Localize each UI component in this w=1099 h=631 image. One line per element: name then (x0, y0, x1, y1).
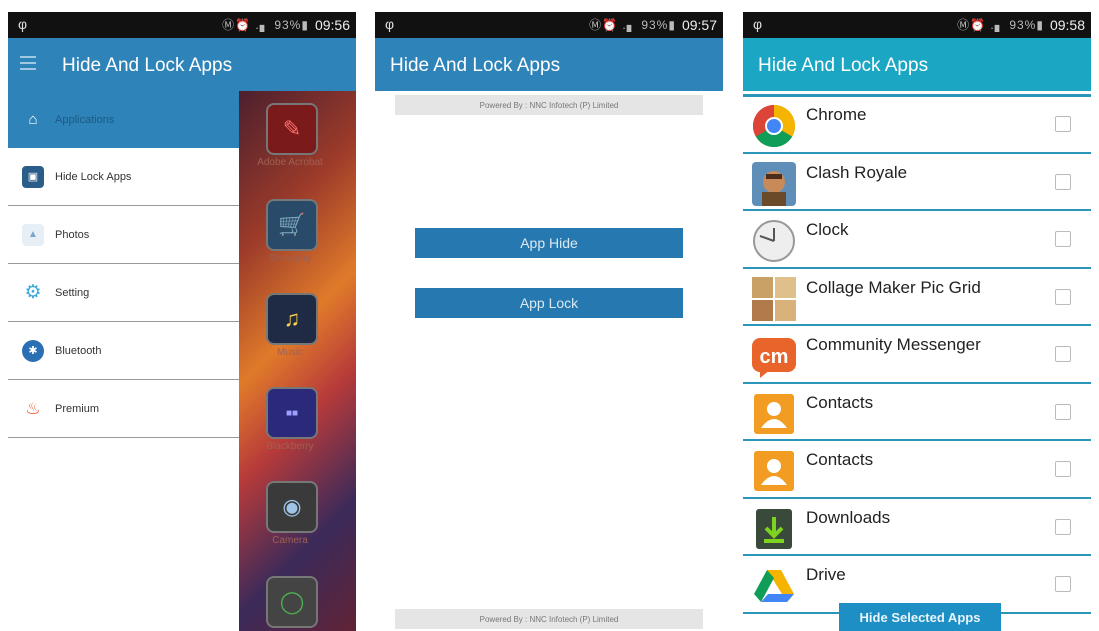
hide-selected-apps-button[interactable]: Hide Selected Apps (839, 603, 1001, 631)
drawer-item-applications[interactable]: ⌂ Applications (8, 91, 239, 148)
app-checkbox[interactable] (1055, 288, 1071, 305)
status-icons: Ⓜ⏰ .▖ 93%▮ (589, 18, 676, 32)
app-bar: Hide And Lock Apps (743, 38, 1091, 91)
drawer-item-hide-lock-apps[interactable]: ▣ Hide Lock Apps (8, 148, 239, 206)
wallpaper-app-label: Blackberry (266, 441, 314, 452)
svg-text:cm: cm (760, 346, 789, 368)
status-time: 09:56 (314, 16, 350, 33)
status-time: 09:58 (1049, 16, 1085, 33)
cart-icon[interactable]: 🛒 (266, 199, 318, 251)
lock-icon: ▣ (22, 165, 44, 188)
camera-icon[interactable]: ◉ (266, 481, 318, 533)
clash-royale-icon (752, 161, 796, 206)
app-name: Contacts (806, 450, 874, 469)
app-bar: Hide And Lock Apps (8, 38, 356, 91)
status-bar: φ Ⓜ⏰ .▖ 93%▮ 09:57 (375, 12, 723, 38)
powered-by-footer: Powered By : NNC Infotech (P) Limited (395, 609, 703, 629)
list-item[interactable]: cm Community Messenger (743, 326, 1091, 384)
chrome-icon[interactable]: ◯ (266, 576, 318, 628)
drawer-screen: φ Ⓜ⏰ .▖ 93%▮ 09:56 Hide And Lock Apps ✎ … (8, 12, 356, 631)
status-time: 09:57 (681, 16, 717, 33)
photo-icon: ▲ (22, 223, 44, 246)
list-item[interactable]: Chrome (743, 96, 1091, 154)
app-name: Community Messenger (806, 335, 981, 354)
notification-icon: φ (753, 16, 763, 32)
cm-icon: cm (752, 338, 796, 378)
app-checkbox[interactable] (1055, 576, 1071, 592)
drawer-item-setting[interactable]: ⚙ Setting (8, 264, 239, 322)
status-bar: φ Ⓜ⏰ .▖ 93%▮ 09:58 (743, 12, 1091, 38)
download-icon (756, 508, 792, 549)
app-checkbox[interactable] (1055, 346, 1071, 362)
app-checkbox[interactable] (1055, 518, 1071, 535)
app-name: Collage Maker Pic Grid (806, 277, 981, 297)
contacts-icon (754, 393, 794, 434)
drawer-item-premium[interactable]: ♨ Premium (8, 380, 239, 438)
app-checkbox[interactable] (1055, 231, 1071, 247)
drawer-item-label: Hide Lock Apps (55, 170, 132, 183)
app-title: Hide And Lock Apps (390, 55, 561, 76)
list-item[interactable]: Contacts (743, 441, 1091, 499)
gear-icon: ⚙ (24, 282, 42, 303)
list-item[interactable]: Contacts (743, 384, 1091, 441)
main-screen: φ Ⓜ⏰ .▖ 93%▮ 09:57 Hide And Lock Apps Po… (375, 12, 723, 631)
wallpaper-app-label: Music (276, 347, 304, 358)
bluetooth-icon: ✱ (22, 339, 44, 362)
home-wallpaper: ✎ Adobe Acrobat 🛒 Shopping ♫ Music ■■ Bl… (239, 91, 356, 631)
wallpaper-app-label: Camera (272, 535, 308, 546)
app-name: Chrome (806, 105, 867, 124)
app-name: Clash Royale (806, 162, 908, 182)
drawer-item-photos[interactable]: ▲ Photos (8, 206, 239, 264)
app-title: Hide And Lock Apps (62, 55, 233, 76)
drawer-item-label: Applications (55, 113, 115, 126)
status-icons: Ⓜ⏰ .▖ 93%▮ (957, 18, 1044, 32)
notification-icon: φ (18, 16, 28, 32)
app-lock-button[interactable]: App Lock (415, 288, 683, 318)
collage-icon (752, 276, 796, 321)
list-item[interactable]: Downloads (743, 499, 1091, 556)
blackberry-icon[interactable]: ■■ (266, 387, 318, 439)
app-name: Downloads (806, 507, 891, 527)
drawer-item-label: Photos (55, 228, 90, 241)
app-checkbox[interactable] (1055, 116, 1071, 132)
wallpaper-app-label: Shopping (268, 253, 312, 264)
navigation-drawer: ⌂ Applications ▣ Hide Lock Apps ▲ Photos… (8, 91, 239, 438)
music-icon[interactable]: ♫ (266, 293, 318, 345)
app-list-screen: φ Ⓜ⏰ .▖ 93%▮ 09:58 Hide And Lock Apps Ch… (743, 12, 1091, 631)
drawer-item-label: Premium (55, 402, 100, 415)
drive-icon (754, 570, 794, 602)
drawer-item-label: Bluetooth (55, 344, 102, 357)
powered-by-banner: Powered By : NNC Infotech (P) Limited (395, 95, 703, 115)
pdf-icon[interactable]: ✎ (266, 103, 318, 155)
app-name: Drive (806, 565, 846, 584)
drawer-item-bluetooth[interactable]: ✱ Bluetooth (8, 322, 239, 380)
app-checkbox[interactable] (1055, 173, 1071, 190)
list-item[interactable]: Collage Maker Pic Grid (743, 269, 1091, 326)
app-name: Contacts (806, 392, 874, 412)
app-name: Clock (806, 220, 849, 239)
app-bar: Hide And Lock Apps (375, 38, 723, 91)
status-icons: Ⓜ⏰ .▖ 93%▮ (222, 18, 309, 32)
app-checkbox[interactable] (1055, 461, 1071, 477)
list-item[interactable]: Clock (743, 211, 1091, 269)
status-bar: φ Ⓜ⏰ .▖ 93%▮ 09:56 (8, 12, 356, 38)
app-list: Chrome Clash Royale Clock Collage Maker … (743, 96, 1091, 614)
wallpaper-app-label: Adobe Acrobat (257, 157, 323, 168)
contacts-icon (754, 451, 794, 491)
notification-icon: φ (385, 16, 395, 32)
fire-icon: ♨ (25, 398, 41, 418)
app-title: Hide And Lock Apps (758, 55, 929, 76)
list-item[interactable]: Clash Royale (743, 154, 1091, 211)
app-checkbox[interactable] (1055, 403, 1071, 420)
app-hide-button[interactable]: App Hide (415, 228, 683, 258)
clock-icon (753, 220, 795, 262)
chrome-icon (752, 104, 796, 148)
home-icon: ⌂ (28, 111, 38, 128)
menu-icon[interactable] (20, 56, 36, 70)
drawer-item-label: Setting (55, 286, 90, 299)
